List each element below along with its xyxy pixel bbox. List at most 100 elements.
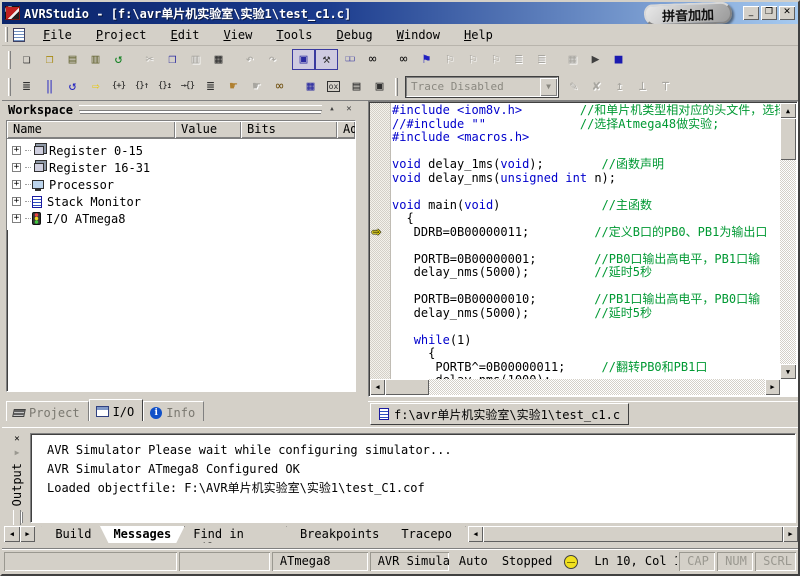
outdent-button[interactable]: ≣ (530, 49, 553, 70)
column-value[interactable]: Value (175, 121, 241, 138)
disassembler-window-button[interactable]: ▣ (368, 76, 391, 97)
cut-button[interactable]: ✂ (138, 49, 161, 70)
step-button[interactable]: ⇨ (84, 76, 107, 97)
expand-icon[interactable]: + (12, 197, 21, 206)
step-out-button[interactable]: {}↥ (153, 76, 176, 97)
prev-bookmark-button[interactable]: ⚐ (461, 49, 484, 70)
tabs-scroll-left-icon[interactable]: ◀ (4, 526, 20, 542)
scroll-right-icon[interactable]: ▶ (783, 526, 798, 542)
next-bookmark-button[interactable]: ⚐ (438, 49, 461, 70)
break-all-button[interactable]: ☛ (245, 76, 268, 97)
editor-vertical-scrollbar[interactable]: ▲ ▼ (780, 103, 796, 379)
trace-show-button[interactable]: ✎ (562, 76, 585, 97)
step-into-button[interactable]: {+} (107, 76, 130, 97)
trace-dropdown[interactable]: Trace Disabled▼ (406, 77, 558, 97)
output-tab-build[interactable]: Build (41, 525, 105, 543)
output-tab-breakpoints[interactable]: Breakpoints (286, 525, 393, 543)
tab-info[interactable]: i Info (143, 401, 204, 421)
menu-file[interactable]: File (31, 26, 84, 44)
watch-button[interactable]: ∞ (268, 76, 291, 97)
output-grip[interactable] (13, 510, 21, 525)
goto-list-button[interactable]: ≣ (15, 76, 38, 97)
workspace-grip[interactable] (79, 105, 322, 111)
copy-button[interactable]: ❒ (161, 49, 184, 70)
menu-debug[interactable]: Debug (325, 26, 385, 44)
reset-button[interactable]: ↺ (61, 76, 84, 97)
menu-project[interactable]: Project (84, 26, 159, 44)
menu-tools[interactable]: Tools (264, 26, 324, 44)
break-button[interactable]: ☛ (222, 76, 245, 97)
scroll-left-icon[interactable]: ◀ (370, 379, 385, 395)
close-button[interactable]: ✕ (779, 6, 795, 20)
clear-bookmarks-button[interactable]: ⚐ (484, 49, 507, 70)
minimize-button[interactable]: _ (743, 6, 759, 20)
redo-button[interactable]: ↷ (261, 49, 284, 70)
tree-item-processor[interactable]: + Processor (9, 176, 353, 193)
chevron-down-icon[interactable]: ▼ (540, 78, 557, 96)
toolbar-grip[interactable] (8, 78, 11, 96)
scroll-left-icon[interactable]: ◀ (468, 526, 483, 542)
pause-button[interactable]: ‖ (38, 76, 61, 97)
tab-io[interactable]: I/O (89, 399, 144, 421)
trace-clear-button[interactable]: ✘ (585, 76, 608, 97)
quickwatch-window-button[interactable]: ▦ (299, 76, 322, 97)
scrollbar-thumb[interactable] (780, 118, 796, 160)
code-editor[interactable]: ⇨ #include <iom8v.h> //和单片机类型相对应的头文件，选择/… (368, 101, 798, 397)
output-expand-icon[interactable]: ▶ (10, 446, 24, 459)
trace-grid-button[interactable]: ▦ (561, 49, 584, 70)
run-to-cursor-button[interactable]: →{} (176, 76, 199, 97)
expand-icon[interactable]: + (12, 146, 21, 155)
expand-icon[interactable]: + (12, 214, 21, 223)
toolbar-grip[interactable] (8, 51, 11, 69)
cascade-windows-button[interactable]: ❏❏ (338, 49, 361, 70)
undo-button[interactable]: ↶ (238, 49, 261, 70)
tabs-scroll-right-icon[interactable]: ▶ (20, 526, 36, 542)
stop-button[interactable]: ■ (607, 49, 630, 70)
toggle-workspace-button[interactable]: ▣ (292, 49, 315, 70)
paste-button[interactable]: ▥ (184, 49, 207, 70)
scrollbar-track[interactable] (429, 379, 765, 395)
menubar-grip[interactable] (5, 27, 8, 42)
ime-pinyin-badge[interactable]: 拼音加加 (644, 1, 733, 26)
step-over-button[interactable]: {}↑ (130, 76, 153, 97)
editor-gutter[interactable]: ⇨ (370, 103, 391, 379)
scrollbar-thumb[interactable] (483, 526, 783, 542)
column-name[interactable]: Name (7, 121, 175, 138)
tree-item-stack-monitor[interactable]: + Stack Monitor (9, 193, 353, 210)
vertical-splitter[interactable] (360, 101, 368, 427)
menu-window[interactable]: Window (385, 26, 452, 44)
column-address[interactable]: Ad (337, 121, 355, 138)
save-button[interactable]: ▤ (61, 49, 84, 70)
toggle-bookmark-button[interactable]: ⚑ (415, 49, 438, 70)
scroll-to-top-button[interactable]: ⊤ (654, 76, 677, 97)
tab-project[interactable]: Project (6, 401, 89, 421)
memory-window-button[interactable]: ▤ (345, 76, 368, 97)
output-close-icon[interactable]: ✕ (10, 433, 24, 446)
indent-button[interactable]: ≣ (507, 49, 530, 70)
app-icon[interactable] (5, 6, 20, 20)
workspace-close-icon[interactable]: ✕ (342, 103, 356, 116)
reload-button[interactable]: ↺ (107, 49, 130, 70)
output-tab-messages[interactable]: Messages (99, 525, 185, 543)
tree-item-io-atmega8[interactable]: + I/O ATmega8 (9, 210, 353, 227)
output-tab-find-in-files[interactable]: Find in Files (179, 525, 292, 543)
expand-icon[interactable]: + (12, 180, 21, 189)
output-console[interactable]: AVR Simulator Please wait while configur… (30, 433, 796, 523)
trace-location-button[interactable]: ↥ (608, 76, 631, 97)
code-lines[interactable]: #include <iom8v.h> //和单片机类型相对应的头文件，选择//#… (392, 104, 780, 379)
tree-item-register-16-31[interactable]: + Register 16-31 (9, 159, 353, 176)
menu-edit[interactable]: Edit (159, 26, 212, 44)
expand-icon[interactable]: + (12, 163, 21, 172)
column-bits[interactable]: Bits (241, 121, 337, 138)
open-file-button[interactable]: ❐ (38, 49, 61, 70)
tree-item-register-0-15[interactable]: + Register 0-15 (9, 142, 353, 159)
scrollbar-thumb[interactable] (385, 379, 429, 395)
restore-button[interactable]: ❐ (761, 6, 777, 20)
editor-horizontal-scrollbar[interactable]: ◀ ▶ (370, 379, 780, 395)
workspace-dock-icon[interactable]: ▴ (325, 103, 339, 116)
find-in-files-quick-button[interactable]: ∞ (361, 49, 384, 70)
output-tab-tracepo[interactable]: Tracepo (387, 525, 466, 543)
toolbar-grip[interactable] (395, 78, 398, 96)
output-horizontal-scrollbar[interactable]: ◀ ▶ (468, 526, 798, 542)
mdi-document-icon[interactable] (13, 28, 25, 42)
